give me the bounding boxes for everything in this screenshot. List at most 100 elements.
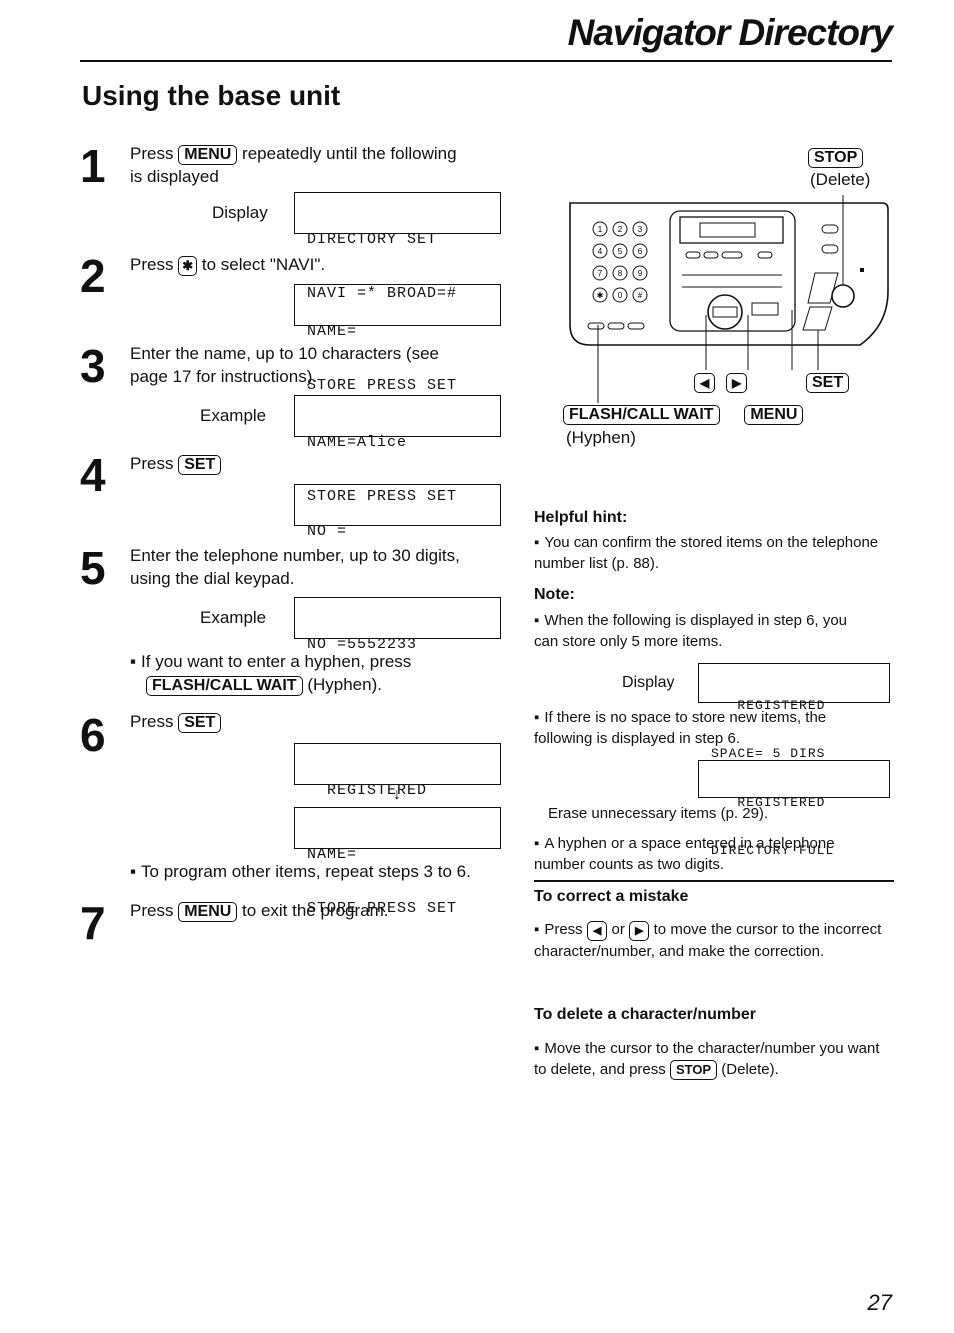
helpful-hint-text: You can confirm the stored items on the … xyxy=(534,532,889,574)
note-title: Note: xyxy=(534,586,575,603)
down-arrow-icon: ↓ xyxy=(393,786,401,803)
note-bullet-3: A hyphen or a space entered in a telepho… xyxy=(534,833,884,875)
correct-text: Press ◀ or ▶ to move the cursor to the i… xyxy=(534,919,889,962)
step-6-bullet: To program other items, repeat steps 3 t… xyxy=(130,860,471,883)
step-1-lcd: DIRECTORY SET NAVI =* BROAD=# xyxy=(294,192,501,302)
flash-call-wait-key: FLASH/CALL WAIT xyxy=(563,405,720,425)
function-key xyxy=(627,322,645,330)
step-4-press: Press xyxy=(130,454,174,473)
step-4-number: 4 xyxy=(80,449,106,501)
star-key: ✱ xyxy=(178,256,198,276)
note-lcd-full: REGISTERED DIRECTORY FULL xyxy=(698,760,890,858)
stop-key: STOP xyxy=(808,148,864,168)
step-7-text: Press MENU to exit the program. xyxy=(130,899,389,922)
step-5-number: 5 xyxy=(80,542,106,594)
note-bullet-2-text: If there is no space to store new items,… xyxy=(534,709,826,747)
keypad-key-label: ✱ xyxy=(597,291,604,300)
step-5-line1: Enter the telephone number, up to 30 dig… xyxy=(130,546,460,565)
step-7-number: 7 xyxy=(80,897,106,949)
lcd-line: NAME= xyxy=(307,323,358,340)
keypad-key-label: 8 xyxy=(618,269,623,278)
header-rule xyxy=(80,60,892,62)
keypad-key-label: 6 xyxy=(638,247,643,256)
step-6-lcd-registered: REGISTERED xyxy=(294,743,501,799)
step-1-number: 1 xyxy=(80,140,106,192)
menu-key: MENU xyxy=(744,405,804,425)
correct-title: To correct a mistake xyxy=(534,888,689,905)
step-1-line2: is displayed xyxy=(130,167,219,186)
step-5-bullet-text: If you want to enter a hyphen, press xyxy=(130,652,411,671)
keypad-key-label: 2 xyxy=(618,225,623,234)
step-6-press: Press xyxy=(130,712,174,731)
note-bullet-3-text: A hyphen or a space entered in a telepho… xyxy=(534,835,835,873)
keypad-key-label: 0 xyxy=(618,291,623,300)
hyphen-text: (Hyphen). xyxy=(307,675,382,694)
step-1-post: repeatedly until the following xyxy=(242,144,457,163)
delete-post: (Delete). xyxy=(721,1061,779,1078)
diagram-set-label: SET xyxy=(806,370,850,393)
step-2-post: to select "NAVI". xyxy=(201,255,326,274)
section-divider xyxy=(534,880,894,882)
step-5-lcd: NO =5552233 xyxy=(294,597,501,653)
step-4-lcd: NO = xyxy=(294,484,501,540)
step-3-text: Enter the name, up to 10 characters (see… xyxy=(130,342,439,388)
diagram-flash-menu: FLASH/CALL WAIT MENU xyxy=(563,402,804,425)
keypad-key-label: 7 xyxy=(598,269,603,278)
flash-call-wait-key: FLASH/CALL WAIT xyxy=(146,676,303,696)
menu-key: MENU xyxy=(178,902,238,922)
set-key: SET xyxy=(178,455,222,475)
stop-key-label: STOP xyxy=(808,145,864,168)
delete-title: To delete a character/number xyxy=(534,1006,756,1023)
step-6-lcd-name: NAME= STORE PRESS SET xyxy=(294,807,501,917)
keypad-key-label: 3 xyxy=(638,225,643,234)
correct-or: or xyxy=(611,921,625,938)
page-number: 27 xyxy=(867,1290,892,1315)
keypad-key-label: # xyxy=(638,291,643,300)
step-2-number: 2 xyxy=(80,250,106,302)
left-arrow-key: ◀ xyxy=(586,921,608,941)
step-2-text: Press ✱ to select "NAVI". xyxy=(130,253,325,276)
step-2-press: Press xyxy=(130,255,174,274)
step-1-text: Press MENU repeatedly until the followin… xyxy=(130,142,510,188)
step-5-text: Enter the telephone number, up to 30 dig… xyxy=(130,544,460,590)
keypad-key-label: 5 xyxy=(618,247,623,256)
function-key xyxy=(607,322,625,330)
step-1-display-label: Display xyxy=(212,203,268,222)
right-arrow-key: ▶ xyxy=(629,921,650,941)
function-key xyxy=(587,322,605,330)
set-key: SET xyxy=(178,713,222,733)
note-bullet-1-text: When the following is displayed in step … xyxy=(534,612,847,650)
dial-keypad: 1 2 3 4 5 6 7 8 9 ✱ 0 # xyxy=(587,221,648,330)
lcd-line: DIRECTORY SET xyxy=(307,231,438,248)
delete-text: Move the cursor to the character/number … xyxy=(534,1038,889,1080)
menu-key: MENU xyxy=(178,145,238,165)
step-3-lcd: NAME=Alice STORE PRESS SET xyxy=(294,395,501,505)
hyphen-caption: (Hyphen) xyxy=(566,428,636,447)
step-7-post: to exit the program. xyxy=(242,901,389,920)
keypad-key-label: 4 xyxy=(598,247,603,256)
helpful-hint-title: Helpful hint: xyxy=(534,509,628,526)
correct-press: Press xyxy=(534,921,583,938)
step-4-text: Press SET xyxy=(130,452,222,475)
helpful-hint-bullet: You can confirm the stored items on the … xyxy=(534,534,878,572)
lcd-line: NAME=Alice xyxy=(307,434,408,451)
step-5-line2: using the dial keypad. xyxy=(130,569,295,588)
step-3-number: 3 xyxy=(80,340,106,392)
stop-caption: (Delete) xyxy=(810,170,871,189)
page-header-title: Navigator Directory xyxy=(567,12,893,53)
step-7-press: Press xyxy=(130,901,174,920)
set-key: SET xyxy=(806,373,850,393)
step-5-example-label: Example xyxy=(200,608,267,627)
step-5-bullet: If you want to enter a hyphen, press FLA… xyxy=(130,650,500,696)
keypad-key-label: 9 xyxy=(638,269,643,278)
note-bullet-2: If there is no space to store new items,… xyxy=(534,707,879,749)
keypad-key-label: 1 xyxy=(598,225,603,234)
arrow-keys: ◀ ▶ xyxy=(694,370,748,393)
step-3-line1: Enter the name, up to 10 characters (see xyxy=(130,344,440,363)
note-bullet-1: When the following is displayed in step … xyxy=(534,610,874,652)
step-1-press: Press xyxy=(130,144,174,163)
step-2-lcd: NAME= STORE PRESS SET xyxy=(294,284,501,394)
note-erase: Erase unnecessary items (p. 29). xyxy=(548,805,769,822)
step-6-text: Press SET xyxy=(130,710,222,733)
step-6-bullet-text: To program other items, repeat steps 3 t… xyxy=(130,862,471,881)
